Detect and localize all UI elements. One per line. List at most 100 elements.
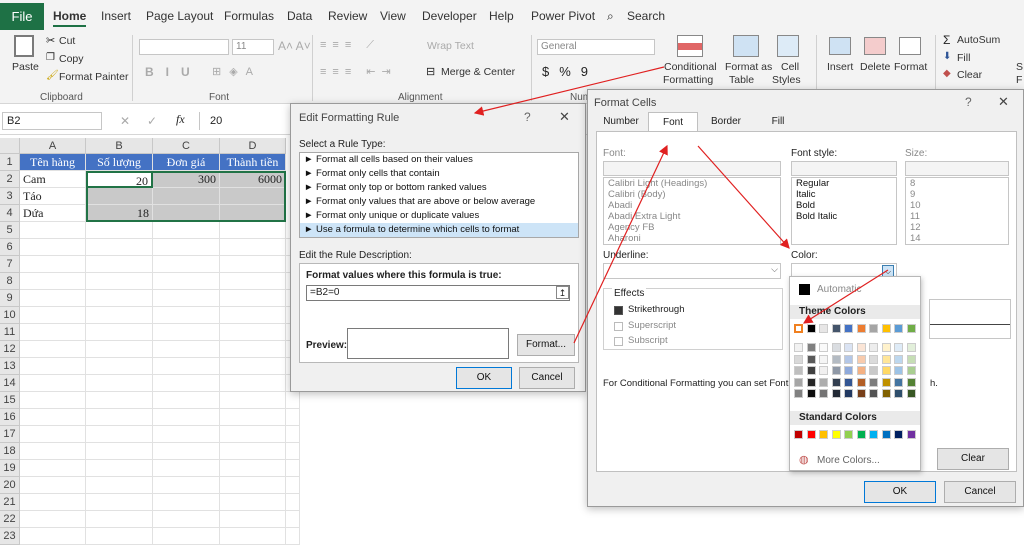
theme-shade-swatch[interactable] [881, 377, 891, 387]
empty-cell[interactable] [20, 358, 86, 375]
theme-shade-swatch[interactable] [906, 366, 916, 375]
theme-shade-swatch[interactable] [794, 366, 803, 375]
standard-color-swatch[interactable] [856, 430, 866, 439]
cut-button[interactable]: Cut [59, 35, 75, 47]
tab-formulas[interactable]: Formulas [224, 9, 274, 23]
standard-color-swatch[interactable] [906, 430, 916, 439]
row-header[interactable]: 22 [0, 511, 20, 528]
empty-cell[interactable] [20, 443, 86, 460]
cell-a2[interactable]: Cam [20, 171, 86, 188]
font-name-input[interactable] [603, 161, 781, 176]
row-header[interactable]: 9 [0, 290, 20, 307]
format-as-table-button[interactable]: Format as [725, 61, 772, 73]
empty-cell[interactable] [86, 256, 153, 273]
theme-color-swatch[interactable] [806, 324, 816, 333]
close-icon[interactable]: ✕ [998, 94, 1009, 110]
theme-shade-swatch[interactable] [819, 389, 828, 398]
cell-styles-button[interactable]: Cell [781, 61, 799, 73]
row-header[interactable]: 13 [0, 358, 20, 375]
empty-cell[interactable] [86, 222, 153, 239]
theme-shade-swatch[interactable] [831, 377, 841, 387]
empty-cell[interactable] [20, 341, 86, 358]
ok-button[interactable]: OK [456, 367, 512, 389]
column-header[interactable]: C [153, 138, 220, 154]
theme-color-swatch[interactable] [894, 324, 903, 333]
empty-cell[interactable] [220, 256, 286, 273]
empty-cell[interactable] [153, 477, 220, 494]
empty-cell[interactable] [20, 409, 86, 426]
standard-color-swatch[interactable] [806, 430, 816, 439]
empty-cell[interactable] [286, 409, 300, 426]
empty-cell[interactable] [153, 375, 220, 392]
theme-shade-swatch[interactable] [819, 377, 828, 387]
insert-button[interactable]: Insert [827, 61, 853, 73]
theme-shade-swatch[interactable] [894, 377, 903, 387]
bold-italic-underline-icons[interactable]: BIU [145, 65, 202, 79]
cell-b2[interactable]: 20 [86, 171, 153, 188]
theme-shade-swatch[interactable] [906, 343, 916, 352]
font-size-input[interactable] [905, 161, 1009, 176]
tab-data[interactable]: Data [287, 9, 312, 23]
row-header[interactable]: 2 [0, 171, 20, 188]
theme-shade-swatch[interactable] [881, 366, 891, 375]
empty-cell[interactable] [220, 426, 286, 443]
theme-color-swatch[interactable] [831, 324, 841, 333]
font-list-item[interactable]: Agency FB [604, 222, 780, 233]
rule-type-item[interactable]: ► Format only top or bottom ranked value… [300, 181, 578, 195]
cancel-button[interactable]: Cancel [944, 481, 1016, 503]
find-select-button[interactable]: F [1016, 74, 1022, 86]
theme-shade-swatch[interactable] [819, 343, 828, 352]
empty-cell[interactable] [86, 392, 153, 409]
empty-cell[interactable] [86, 528, 153, 545]
underline-select[interactable]: ⌵ [603, 263, 781, 279]
empty-cell[interactable] [20, 256, 86, 273]
cell-c3[interactable] [153, 188, 220, 205]
empty-cell[interactable] [153, 511, 220, 528]
empty-cell[interactable] [220, 511, 286, 528]
format-button[interactable]: Format... [517, 334, 575, 356]
theme-shade-swatch[interactable] [844, 389, 853, 398]
standard-color-swatch[interactable] [894, 430, 903, 439]
row-header[interactable]: 14 [0, 375, 20, 392]
theme-shade-swatch[interactable] [894, 343, 903, 352]
font-name-box[interactable] [139, 39, 229, 55]
cancel-icon[interactable]: ✕ [120, 114, 130, 128]
tab-view[interactable]: View [380, 9, 406, 23]
empty-cell[interactable] [220, 392, 286, 409]
copy-button[interactable]: Copy [59, 53, 84, 65]
tab-fill[interactable]: Fill [758, 112, 798, 132]
theme-shade-swatch[interactable] [794, 389, 803, 398]
column-header[interactable]: D [220, 138, 286, 154]
empty-cell[interactable] [220, 409, 286, 426]
row-header[interactable]: 10 [0, 307, 20, 324]
empty-cell[interactable] [20, 290, 86, 307]
font-size-item[interactable]: 12 [906, 222, 1008, 233]
name-box[interactable]: B2 [2, 112, 102, 130]
function-icon[interactable]: fx [176, 112, 185, 127]
empty-cell[interactable] [153, 341, 220, 358]
empty-cell[interactable] [153, 256, 220, 273]
empty-cell[interactable] [86, 426, 153, 443]
font-style-item[interactable]: Italic [792, 189, 896, 200]
cell-styles-label[interactable]: Styles [772, 74, 801, 86]
align-top-icons[interactable]: ≡≡≡ ⟋ [320, 39, 380, 52]
cell-d2[interactable]: 6000 [220, 171, 286, 188]
theme-color-swatch[interactable] [794, 324, 803, 333]
empty-cell[interactable] [86, 358, 153, 375]
empty-cell[interactable] [153, 409, 220, 426]
cell-c1[interactable]: Đơn giá [153, 154, 220, 171]
standard-color-swatch[interactable] [831, 430, 841, 439]
column-header[interactable]: A [20, 138, 86, 154]
row-header[interactable]: 8 [0, 273, 20, 290]
paste-icon[interactable] [14, 35, 34, 57]
tab-file[interactable]: File [0, 3, 44, 30]
search-box[interactable]: Search [627, 9, 665, 23]
font-size-item[interactable]: 9 [906, 189, 1008, 200]
subscript-checkbox[interactable] [614, 337, 623, 346]
cell-c2[interactable]: 300 [153, 171, 220, 188]
standard-color-swatch[interactable] [794, 430, 803, 439]
empty-cell[interactable] [20, 307, 86, 324]
rule-type-item[interactable]: ► Format only values that are above or b… [300, 195, 578, 209]
cell-b4[interactable]: 18 [86, 205, 153, 222]
enter-icon[interactable]: ✓ [147, 114, 157, 128]
